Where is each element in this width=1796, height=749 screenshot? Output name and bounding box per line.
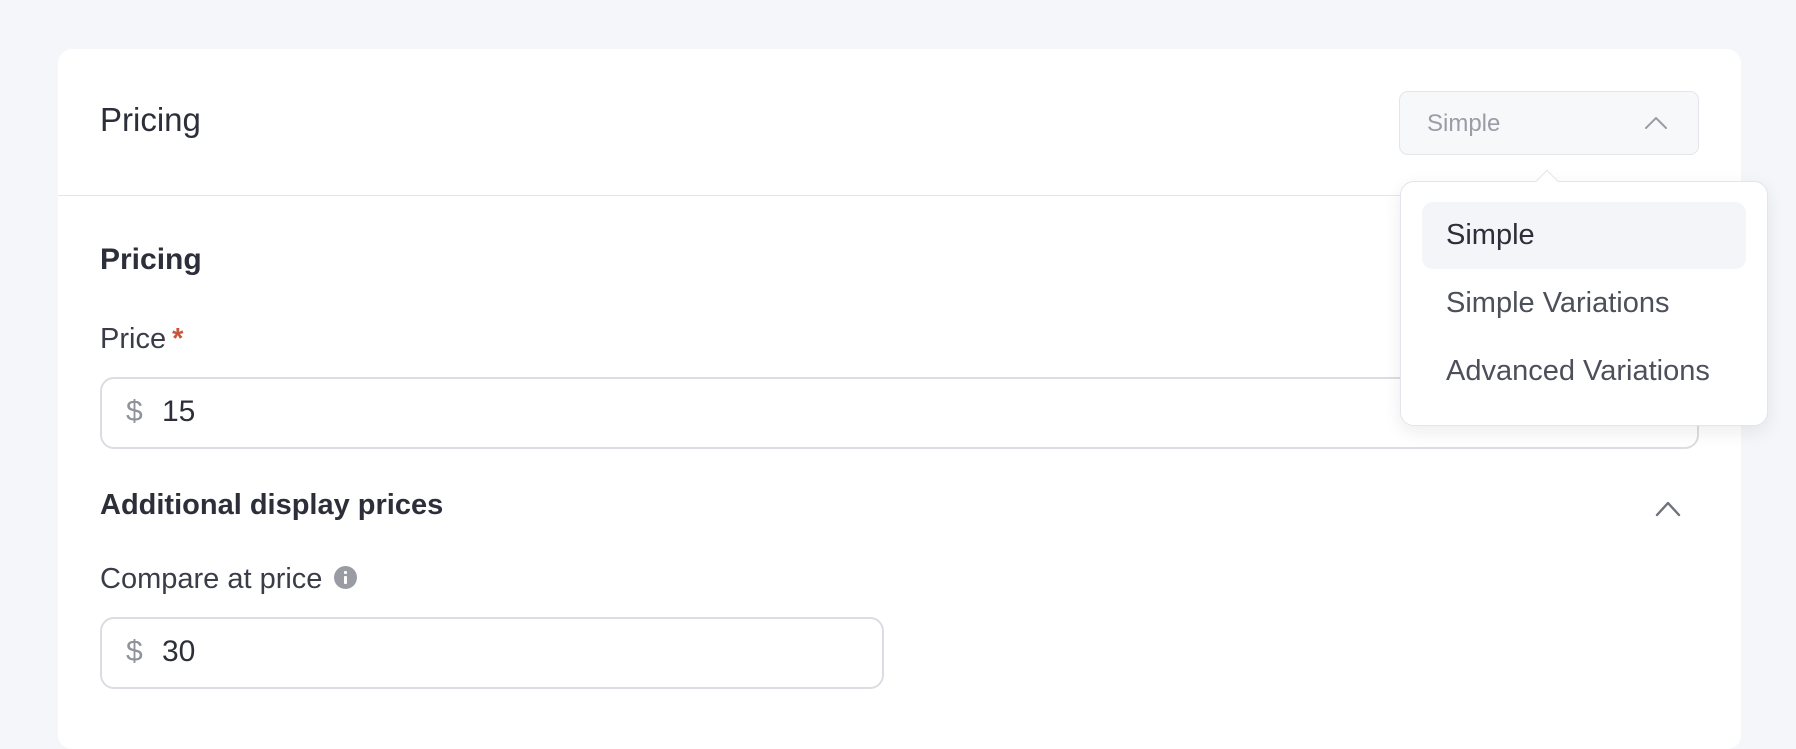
compare-at-price-input[interactable]: $ 30: [100, 617, 884, 689]
compare-at-price-label-text: Compare at price: [100, 563, 323, 595]
price-label: Price *: [100, 325, 183, 354]
pricing-type-select-value: Simple: [1427, 110, 1501, 137]
dropdown-option-simple-variations[interactable]: Simple Variations: [1422, 270, 1746, 337]
additional-display-prices-title: Additional display prices: [100, 489, 444, 521]
pricing-type-select[interactable]: Simple: [1399, 91, 1699, 155]
dropdown-option-advanced-variations[interactable]: Advanced Variations: [1422, 338, 1746, 405]
dropdown-option-simple[interactable]: Simple: [1422, 202, 1746, 269]
required-mark: *: [172, 323, 184, 355]
currency-symbol: $: [126, 395, 143, 428]
info-icon[interactable]: [334, 565, 358, 589]
price-value: 15: [162, 395, 196, 428]
chevron-up-icon: [1645, 117, 1667, 129]
currency-symbol: $: [126, 635, 143, 668]
compare-at-price-value: 30: [162, 635, 196, 668]
compare-at-price-label: Compare at price: [100, 563, 358, 595]
card-title: Pricing: [100, 101, 201, 138]
pricing-type-dropdown: Simple Simple Variations Advanced Variat…: [1400, 169, 1768, 426]
card-header: Pricing Simple: [58, 49, 1741, 196]
section-title: Pricing: [100, 243, 202, 276]
chevron-up-icon[interactable]: [1655, 499, 1681, 517]
price-label-text: Price: [100, 323, 167, 355]
